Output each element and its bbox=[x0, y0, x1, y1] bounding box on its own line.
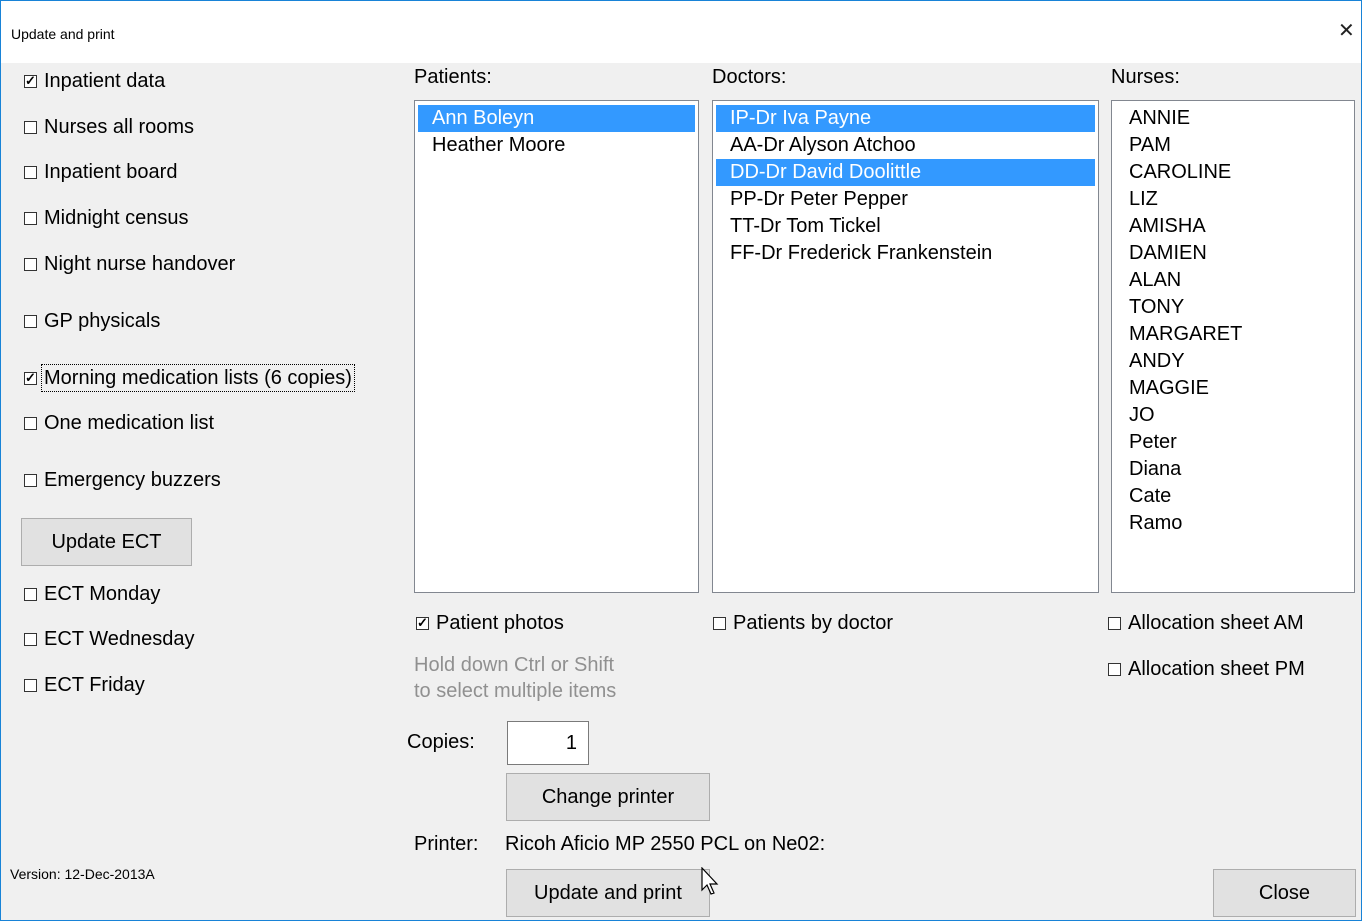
copies-input[interactable]: 1 bbox=[507, 721, 589, 765]
doctors-listbox[interactable]: IP-Dr Iva Payne AA-Dr Alyson Atchoo DD-Dr … bbox=[712, 100, 1099, 593]
list-item[interactable]: PAM bbox=[1115, 132, 1351, 159]
checkbox-emergency-buzzers[interactable]: Emergency buzzers bbox=[24, 468, 221, 492]
checkbox-morning-medication-lists[interactable]: Morning medication lists (6 copies) bbox=[24, 364, 355, 392]
window-title: Update and print bbox=[11, 26, 115, 42]
multi-select-hint: Hold down Ctrl or Shift to select multip… bbox=[414, 652, 616, 704]
copies-label: Copies: bbox=[407, 731, 475, 753]
checkbox-label: Midnight census bbox=[44, 207, 189, 229]
checkbox-box[interactable] bbox=[24, 417, 37, 430]
list-item[interactable]: MARGARET bbox=[1115, 321, 1351, 348]
list-item[interactable]: AMISHA bbox=[1115, 213, 1351, 240]
list-item[interactable]: CAROLINE bbox=[1115, 159, 1351, 186]
close-button[interactable]: Close bbox=[1213, 869, 1356, 917]
checkbox-box[interactable] bbox=[24, 679, 37, 692]
checkbox-allocation-sheet-am[interactable]: Allocation sheet AM bbox=[1108, 611, 1304, 635]
checkbox-label: ECT Friday bbox=[44, 674, 145, 696]
list-item[interactable]: Heather Moore bbox=[418, 132, 695, 159]
checkbox-box[interactable] bbox=[24, 315, 37, 328]
checkbox-label: Nurses all rooms bbox=[44, 116, 195, 138]
checkbox-patients-by-doctor[interactable]: Patients by doctor bbox=[713, 611, 893, 635]
checkbox-box[interactable] bbox=[713, 617, 726, 630]
nurses-label: Nurses: bbox=[1111, 66, 1180, 88]
checkbox-patient-photos[interactable]: Patient photos bbox=[416, 611, 564, 635]
checkbox-label: Inpatient data bbox=[44, 70, 166, 92]
mouse-pointer-icon bbox=[701, 867, 719, 895]
checkbox-label: Night nurse handover bbox=[44, 253, 236, 275]
checkbox-label: GP physicals bbox=[44, 310, 161, 332]
update-ect-button[interactable]: Update ECT bbox=[21, 518, 192, 566]
checkbox-ect-friday[interactable]: ECT Friday bbox=[24, 673, 145, 697]
checkbox-label: Patients by doctor bbox=[733, 612, 894, 634]
checkbox-label: ECT Wednesday bbox=[44, 628, 195, 650]
list-item[interactable]: FF-Dr Frederick Frankenstein bbox=[716, 240, 1095, 267]
checkbox-night-nurse-handover[interactable]: Night nurse handover bbox=[24, 252, 235, 276]
checkbox-box[interactable] bbox=[416, 614, 429, 632]
list-item[interactable]: TONY bbox=[1115, 294, 1351, 321]
checkbox-ect-wednesday[interactable]: ECT Wednesday bbox=[24, 627, 194, 651]
checkbox-box[interactable] bbox=[24, 588, 37, 601]
checkbox-label: Inpatient board bbox=[44, 161, 178, 183]
checkbox-label: Morning medication lists (6 copies) bbox=[41, 364, 355, 392]
checkbox-box[interactable] bbox=[24, 258, 37, 271]
doctors-label: Doctors: bbox=[712, 66, 787, 88]
checkbox-nurses-all-rooms[interactable]: Nurses all rooms bbox=[24, 115, 194, 139]
list-item[interactable]: JO bbox=[1115, 402, 1351, 429]
list-item[interactable]: DAMIEN bbox=[1115, 240, 1351, 267]
list-item[interactable]: Cate bbox=[1115, 483, 1351, 510]
checkbox-label: ECT Monday bbox=[44, 583, 161, 605]
checkbox-box[interactable] bbox=[24, 369, 37, 387]
checkbox-label: Allocation sheet PM bbox=[1128, 658, 1305, 680]
list-item[interactable]: ALAN bbox=[1115, 267, 1351, 294]
nurses-listbox[interactable]: ANNIE PAM CAROLINE LIZ AMISHA DAMIEN ALAN TONY M… bbox=[1111, 100, 1355, 593]
checkbox-box[interactable] bbox=[24, 212, 37, 225]
list-item[interactable]: AA-Dr Alyson Atchoo bbox=[716, 132, 1095, 159]
checkbox-midnight-census[interactable]: Midnight census bbox=[24, 206, 189, 230]
printer-label: Printer: bbox=[414, 833, 479, 855]
checkbox-label: Allocation sheet AM bbox=[1128, 612, 1304, 634]
list-item[interactable]: ANNIE bbox=[1115, 105, 1351, 132]
checkbox-box[interactable] bbox=[1108, 617, 1121, 630]
checkbox-ect-monday[interactable]: ECT Monday bbox=[24, 582, 160, 606]
list-item[interactable]: MAGGIE bbox=[1115, 375, 1351, 402]
checkbox-box[interactable] bbox=[24, 166, 37, 179]
list-item[interactable]: TT-Dr Tom Tickel bbox=[716, 213, 1095, 240]
hint-line: Hold down Ctrl or Shift bbox=[414, 654, 615, 676]
checkbox-inpatient-board[interactable]: Inpatient board bbox=[24, 160, 177, 184]
patients-label: Patients: bbox=[414, 66, 492, 88]
checkbox-label: Patient photos bbox=[436, 612, 564, 634]
list-item[interactable]: PP-Dr Peter Pepper bbox=[716, 186, 1095, 213]
checkbox-inpatient-data[interactable]: Inpatient data bbox=[24, 69, 165, 93]
list-item[interactable]: LIZ bbox=[1115, 186, 1351, 213]
list-item[interactable]: ANDY bbox=[1115, 348, 1351, 375]
list-item[interactable]: Peter bbox=[1115, 429, 1351, 456]
checkbox-gp-physicals[interactable]: GP physicals bbox=[24, 309, 160, 333]
checkbox-box[interactable] bbox=[24, 474, 37, 487]
list-item[interactable]: Diana bbox=[1115, 456, 1351, 483]
list-item[interactable]: Ann Boleyn bbox=[418, 105, 695, 132]
checkbox-label: Emergency buzzers bbox=[44, 469, 221, 491]
list-item[interactable]: DD-Dr David Doolittle bbox=[716, 159, 1095, 186]
checkbox-box[interactable] bbox=[24, 121, 37, 134]
checkbox-box[interactable] bbox=[24, 633, 37, 646]
checkbox-box[interactable] bbox=[1108, 663, 1121, 676]
hint-line: to select multiple items bbox=[414, 680, 617, 702]
checkbox-one-medication-list[interactable]: One medication list bbox=[24, 411, 214, 435]
checkbox-label: One medication list bbox=[44, 412, 215, 434]
change-printer-button[interactable]: Change printer bbox=[506, 773, 710, 821]
list-item[interactable]: IP-Dr Iva Payne bbox=[716, 105, 1095, 132]
title-bar: Update and print ✕ bbox=[1, 1, 1361, 63]
version-text: Version: 12-Dec-2013A bbox=[10, 866, 155, 882]
update-and-print-button[interactable]: Update and print bbox=[506, 869, 710, 917]
checkbox-box[interactable] bbox=[24, 72, 37, 90]
close-icon[interactable]: ✕ bbox=[1338, 21, 1355, 41]
list-item[interactable]: Ramo bbox=[1115, 510, 1351, 537]
checkbox-allocation-sheet-pm[interactable]: Allocation sheet PM bbox=[1108, 657, 1305, 681]
printer-name: Ricoh Aficio MP 2550 PCL on Ne02: bbox=[505, 833, 826, 855]
patients-listbox[interactable]: Ann Boleyn Heather Moore bbox=[414, 100, 699, 593]
